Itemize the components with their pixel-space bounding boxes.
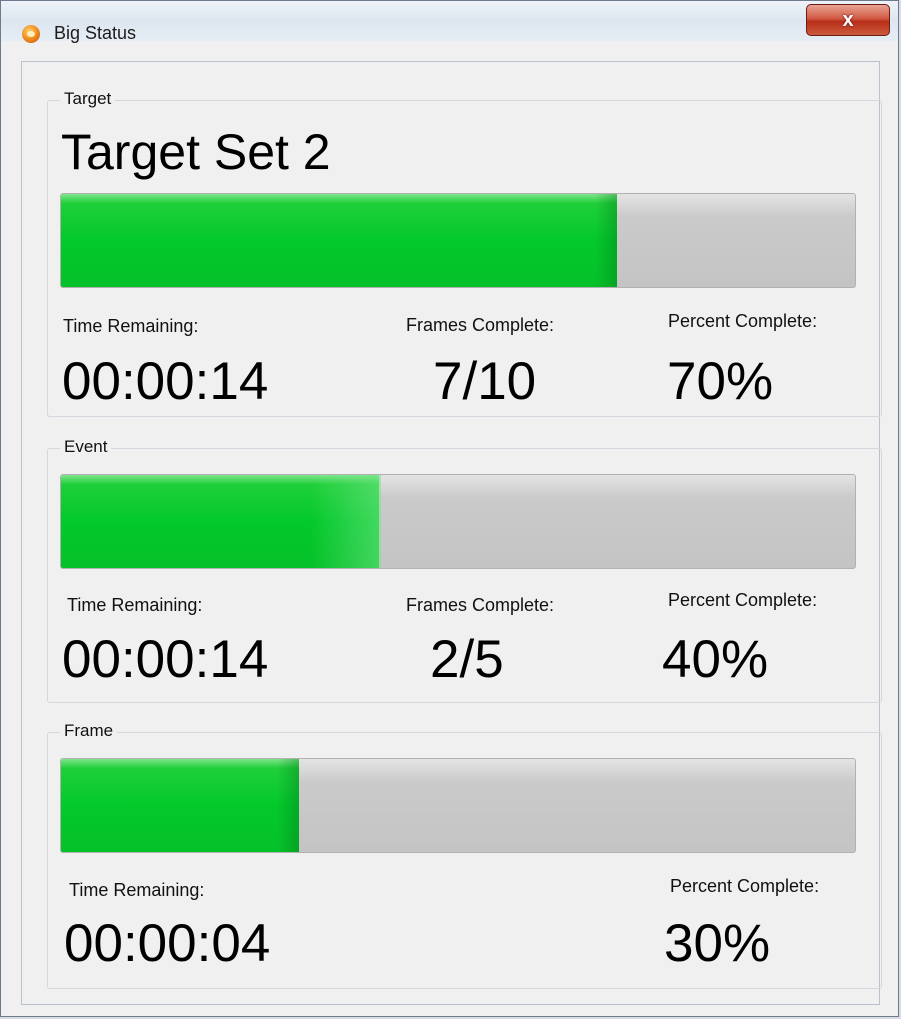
client-area: Target Target Set 2 Time Remaining: Fram…	[21, 61, 882, 1005]
close-icon: x	[842, 9, 854, 31]
frame-progress-bar	[60, 758, 856, 853]
event-group: Event Time Remaining: Frames Complete: P…	[47, 437, 882, 703]
event-percent-complete-label: Percent Complete:	[668, 590, 818, 610]
close-button[interactable]: x	[806, 4, 890, 36]
frame-time-remaining-label: Time Remaining:	[69, 880, 205, 900]
app-icon	[22, 25, 40, 43]
target-progress-bar	[60, 193, 856, 288]
event-time-remaining-label: Time Remaining:	[67, 595, 203, 615]
frame-group: Frame Time Remaining: Percent Complete: …	[47, 721, 882, 989]
frame-group-label: Frame	[60, 721, 118, 741]
event-progress-bar	[60, 474, 856, 569]
window-title: Big Status	[54, 23, 137, 43]
big-status-window: Big Status x Target Target Set 2 Time Re…	[0, 0, 899, 1017]
target-name: Target Set 2	[61, 124, 331, 180]
target-time-remaining: 00:00:14	[62, 352, 269, 411]
target-group: Target Target Set 2 Time Remaining: Fram…	[47, 89, 882, 417]
target-group-label: Target	[60, 89, 116, 109]
event-group-label: Event	[60, 437, 112, 457]
event-frames-complete-label: Frames Complete:	[406, 595, 555, 615]
target-time-remaining-label: Time Remaining:	[63, 316, 199, 336]
target-frames-complete-label: Frames Complete:	[406, 315, 555, 335]
title-bar[interactable]: Big Status x	[1, 1, 898, 43]
event-frames-complete: 2/5	[430, 630, 504, 689]
frame-percent-complete-label: Percent Complete:	[670, 876, 820, 896]
frame-progress-fill	[61, 759, 300, 852]
frame-percent-complete: 30%	[664, 914, 771, 973]
target-percent-complete: 70%	[667, 352, 774, 411]
event-percent-complete: 40%	[662, 630, 769, 689]
event-time-remaining: 00:00:14	[62, 630, 269, 689]
frame-time-remaining: 00:00:04	[64, 914, 271, 973]
event-progress-fill	[61, 475, 381, 568]
target-frames-complete: 7/10	[433, 352, 537, 411]
target-progress-fill	[61, 194, 617, 287]
target-percent-complete-label: Percent Complete:	[668, 311, 818, 331]
